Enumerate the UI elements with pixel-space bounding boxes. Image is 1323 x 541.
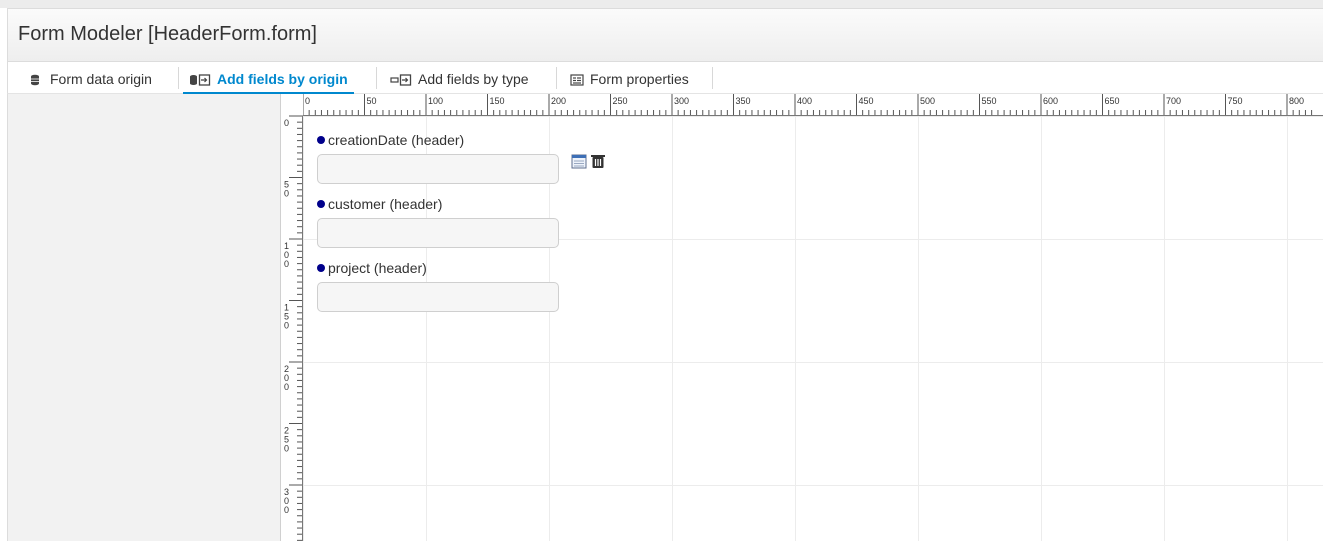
tab-label: Add fields by origin [217, 71, 348, 87]
tab-divider [376, 67, 377, 89]
ruler-label: 300 [674, 96, 689, 106]
tab-label: Form properties [590, 71, 689, 87]
database-add-icon [189, 73, 211, 86]
field-label-row: customer (header) [317, 196, 559, 212]
ruler-label: 650 [1105, 96, 1120, 106]
form-field-creation-date[interactable]: creationDate (header) [317, 132, 559, 184]
ruler-label: 550 [982, 96, 997, 106]
ruler-label: 700 [1166, 96, 1181, 106]
ruler-label: 600 [1043, 96, 1058, 106]
ruler-label: 0 [284, 259, 289, 269]
field-dot-icon [317, 136, 325, 144]
ruler-label: 450 [859, 96, 874, 106]
tab-add-fields-by-origin[interactable]: Add fields by origin [183, 67, 354, 94]
field-label: project (header) [328, 260, 427, 276]
ruler-label: 0 [284, 505, 289, 515]
vertical-ruler: 050100150200250300 [281, 94, 303, 541]
customer-input[interactable] [317, 218, 559, 248]
tab-label: Form data origin [50, 71, 152, 87]
ruler-label: 400 [797, 96, 812, 106]
field-toolbar [571, 153, 606, 174]
database-icon [30, 73, 44, 86]
form-canvas[interactable]: creationDate (header) customer (header) [303, 116, 1323, 541]
ruler-label: 350 [736, 96, 751, 106]
top-strip [0, 0, 1323, 8]
ruler-label: 750 [1228, 96, 1243, 106]
field-dot-icon [317, 200, 325, 208]
ruler-label: 0 [305, 96, 310, 106]
ruler-label: 50 [367, 96, 377, 106]
tab-divider [712, 67, 713, 89]
field-dot-icon [317, 264, 325, 272]
delete-icon[interactable] [590, 153, 606, 174]
field-label: creationDate (header) [328, 132, 465, 148]
edit-icon[interactable] [571, 153, 587, 174]
field-palette-panel [7, 94, 281, 541]
ruler-label: 0 [284, 444, 289, 454]
ruler-label: 0 [284, 382, 289, 392]
ruler-label: 0 [284, 189, 289, 199]
form-field-customer[interactable]: customer (header) [317, 196, 559, 248]
ruler-label: 250 [613, 96, 628, 106]
ruler-label: 150 [490, 96, 505, 106]
form-modeler-app: Form Modeler [HeaderForm.form] Form data… [0, 0, 1323, 541]
ruler-label: 100 [428, 96, 443, 106]
form-field-project[interactable]: project (header) [317, 260, 559, 312]
tab-add-fields-by-type[interactable]: Add fields by type [390, 67, 529, 91]
tab-form-properties[interactable]: Form properties [570, 67, 689, 91]
horizontal-ruler: 0 50 100 150 200 250 300 350 400 450 500 550 600 650 7… [281, 94, 1323, 116]
field-label: customer (header) [328, 196, 443, 212]
tab-bar: Form data origin Add fields by origin Ad… [7, 62, 1323, 94]
window-title: Form Modeler [HeaderForm.form] [18, 23, 317, 45]
title-bar: Form Modeler [HeaderForm.form] [7, 8, 1323, 62]
ruler-label: 0 [284, 321, 289, 331]
ruler-label: 200 [551, 96, 566, 106]
project-input[interactable] [317, 282, 559, 312]
properties-icon [570, 73, 584, 86]
form-design-area: 0 50 100 150 200 250 300 350 400 450 500 550 600 650 7… [281, 94, 1323, 541]
ruler-label: 500 [920, 96, 935, 106]
ruler-label: 800 [1289, 96, 1304, 106]
tab-label: Add fields by type [418, 71, 529, 87]
tab-divider [178, 67, 179, 89]
tab-divider [556, 67, 557, 89]
field-add-icon [390, 73, 412, 86]
field-label-row: creationDate (header) [317, 132, 559, 148]
ruler-label: 0 [284, 118, 289, 128]
field-label-row: project (header) [317, 260, 559, 276]
creation-date-input[interactable] [317, 154, 559, 184]
tab-form-data-origin[interactable]: Form data origin [30, 67, 152, 91]
